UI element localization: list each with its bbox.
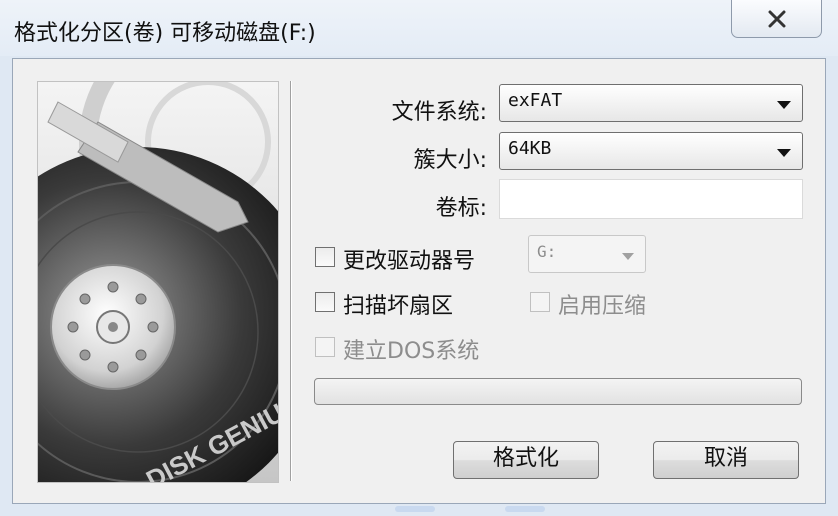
cluster-size-value: 64KB: [508, 138, 552, 159]
title-bar[interactable]: 格式化分区(卷) 可移动磁盘(F:): [0, 0, 838, 56]
cluster-size-label: 簇大小:: [413, 148, 487, 173]
change-drive-checkbox[interactable]: [315, 247, 335, 267]
change-drive-label: 更改驱动器号: [343, 249, 476, 274]
build-dos-label: 建立DOS系统: [343, 339, 480, 364]
cancel-button[interactable]: 取消: [653, 441, 799, 479]
cluster-size-select[interactable]: 64KB: [499, 132, 803, 170]
chevron-down-icon: [777, 149, 791, 157]
scan-bad-sectors-checkbox[interactable]: [315, 292, 335, 312]
volume-label-input[interactable]: [499, 179, 803, 219]
enable-compression-label: 启用压缩: [558, 294, 647, 319]
chevron-down-icon: [777, 101, 791, 109]
filesystem-select[interactable]: exFAT: [499, 84, 803, 122]
window-title: 格式化分区(卷) 可移动磁盘(F:): [14, 21, 316, 46]
drive-letter-value: G:: [537, 242, 557, 261]
chevron-down-icon: [622, 253, 634, 260]
disk-genius-illustration: DISK GENIUS: [37, 81, 279, 483]
close-button[interactable]: [731, 0, 822, 38]
format-progress-bar: [314, 378, 802, 405]
filesystem-label: 文件系统:: [391, 100, 487, 125]
enable-compression-checkbox: [530, 292, 550, 312]
format-button[interactable]: 格式化: [453, 441, 599, 479]
window-glow: [505, 506, 545, 512]
dialog-body: DISK GENIUS 文件系统: exFAT 簇大小: 64KB 卷标: 更改…: [12, 58, 826, 504]
volume-label-label: 卷标:: [435, 196, 487, 221]
vertical-separator: [290, 81, 292, 481]
scan-bad-sectors-label: 扫描坏扇区: [343, 294, 454, 319]
drive-letter-select: G:: [528, 235, 646, 273]
build-dos-checkbox: [315, 337, 335, 357]
filesystem-value: exFAT: [508, 90, 563, 111]
hard-disk-image: DISK GENIUS: [38, 82, 278, 482]
window-glow: [395, 506, 435, 512]
close-icon: [768, 10, 786, 28]
